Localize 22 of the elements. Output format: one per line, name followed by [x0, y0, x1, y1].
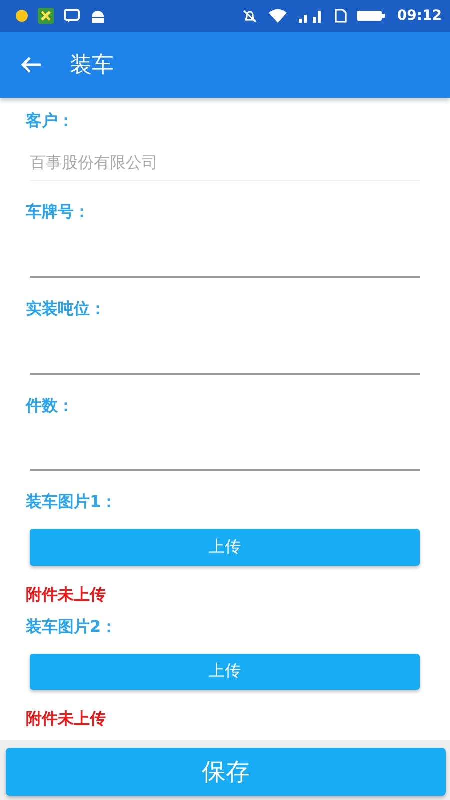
field-label: 客户： — [26, 110, 74, 132]
sim-icon — [335, 9, 348, 23]
upload-button[interactable]: 上传 — [30, 529, 420, 566]
upload-status: 附件未上传 — [26, 584, 106, 606]
field-label: 件数： — [26, 394, 74, 417]
mute-icon — [241, 9, 260, 23]
field-label: 装车图片1： — [26, 491, 118, 514]
upload-status: 附件未上传 — [26, 708, 106, 730]
field-label: 实装吨位： — [26, 298, 106, 320]
app-icon — [38, 8, 54, 24]
dot-icon — [16, 10, 28, 22]
field-label: 车牌号： — [26, 201, 90, 223]
page-title: 装车 — [70, 52, 114, 80]
message-icon — [64, 9, 80, 23]
battery-icon — [357, 10, 386, 22]
customer-field: 百事股份有限公司 — [30, 152, 420, 181]
clock: 09:12 — [397, 8, 442, 24]
field-label: 装车图片2： — [26, 616, 118, 638]
wifi-icon — [269, 9, 288, 23]
upload-button[interactable]: 上传 — [30, 654, 420, 690]
save-button[interactable]: 保存 — [6, 748, 446, 796]
back-button[interactable] — [20, 56, 42, 74]
